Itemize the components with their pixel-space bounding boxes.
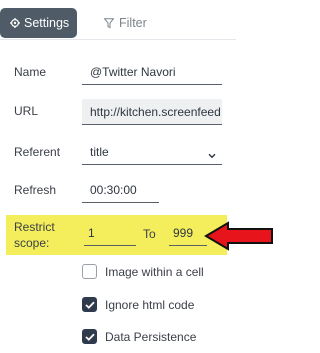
option-ignore-html[interactable]: Ignore html code	[82, 297, 194, 312]
restrict-scope-label-line2: scope:	[14, 236, 50, 250]
name-field[interactable]: @Twitter Navori	[82, 59, 222, 85]
chevron-down-icon	[208, 148, 216, 162]
option-data-persistence[interactable]: Data Persistence	[82, 329, 196, 344]
checkbox-unchecked-icon[interactable]	[82, 264, 97, 279]
referent-select[interactable]: title	[82, 139, 222, 165]
referent-label: Referent	[14, 145, 61, 159]
url-label: URL	[14, 104, 39, 118]
option-image-within-cell-label: Image within a cell	[105, 264, 204, 279]
gear-icon	[10, 18, 20, 28]
restrict-scope-label: Restrict scope:	[14, 219, 74, 251]
tab-settings-label: Settings	[24, 16, 70, 30]
tab-filter[interactable]: Filter	[104, 15, 147, 31]
scope-to-value: 999	[173, 226, 194, 240]
refresh-value: 00:30:00	[90, 182, 137, 197]
refresh-field[interactable]: 00:30:00	[82, 177, 159, 203]
checkbox-checked-icon[interactable]	[82, 297, 97, 312]
option-image-within-cell[interactable]: Image within a cell	[82, 264, 204, 279]
option-ignore-html-label: Ignore html code	[105, 297, 195, 312]
url-field[interactable]: http://kitchen.screenfeed	[82, 99, 222, 125]
scope-from-field[interactable]: 1	[84, 221, 136, 246]
settings-panel: Settings Filter Name @Twitter Navori URL…	[0, 0, 236, 353]
referent-value: title	[90, 144, 109, 159]
scope-to-field[interactable]: 999	[169, 221, 207, 246]
tab-filter-label: Filter	[119, 16, 147, 30]
url-value: http://kitchen.screenfeed	[90, 104, 221, 119]
option-data-persistence-label: Data Persistence	[105, 329, 197, 344]
refresh-label: Refresh	[14, 183, 57, 197]
tab-bar: Settings Filter	[0, 0, 236, 40]
restrict-scope-highlight: Restrict scope: 1 To 999	[6, 215, 227, 255]
name-value: @Twitter Navori	[90, 64, 176, 79]
name-label: Name	[14, 65, 47, 79]
funnel-icon	[104, 17, 114, 29]
scope-from-value: 1	[88, 226, 95, 240]
checkbox-checked-icon[interactable]	[82, 329, 97, 344]
red-arrow-icon	[204, 221, 275, 251]
scope-to-label: To	[143, 227, 156, 241]
tab-settings[interactable]: Settings	[0, 8, 77, 38]
restrict-scope-label-line1: Restrict	[14, 220, 55, 234]
